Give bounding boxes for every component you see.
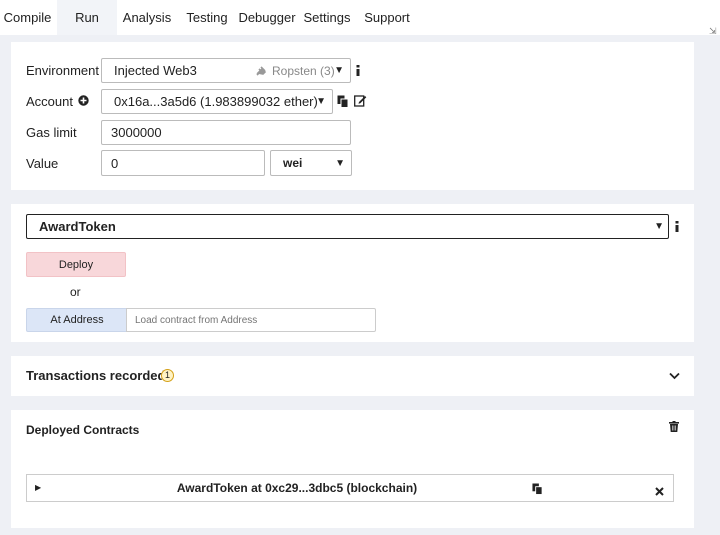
value-unit: wei [283, 156, 303, 170]
deployed-instance-row[interactable]: ▶ AwardToken at 0xc29...3dbc5 (blockchai… [26, 474, 674, 502]
add-account-icon[interactable] [78, 95, 89, 106]
tab-testing[interactable]: Testing [183, 0, 231, 35]
value-label: Value [26, 156, 59, 171]
deploy-button[interactable]: Deploy [26, 252, 126, 277]
at-address-button[interactable]: At Address [26, 308, 127, 332]
environment-value: Injected Web3 [114, 63, 197, 78]
value-unit-select[interactable]: wei ▼ [270, 150, 352, 176]
network-name: Ropsten (3) [272, 64, 335, 78]
plug-icon [254, 64, 268, 81]
or-label: or [70, 285, 81, 299]
chevron-down-icon: ▼ [654, 221, 664, 232]
environment-select[interactable]: Injected Web3 Ropsten (3) ▼ [101, 58, 351, 83]
transactions-count-badge: 1 [161, 369, 174, 382]
instance-name: AwardToken at 0xc29...3dbc5 (blockchain) [176, 481, 418, 495]
chevron-down-icon: ▼ [335, 158, 345, 169]
tab-analysis[interactable]: Analysis [119, 0, 175, 35]
chevron-down-icon[interactable] [667, 370, 681, 382]
transactions-label: Transactions recorded: [26, 368, 170, 383]
tab-support[interactable]: Support [362, 0, 412, 35]
gas-limit-input[interactable]: 3000000 [101, 120, 351, 145]
transactions-panel[interactable]: Transactions recorded: 1 [11, 356, 694, 396]
contract-select[interactable]: AwardToken ▼ [26, 214, 669, 239]
info-icon[interactable] [673, 220, 681, 232]
deployed-contracts-panel: Deployed Contracts ▶ AwardToken at 0xc29… [11, 410, 694, 528]
corner-resize-icon[interactable]: ⇲ [709, 27, 717, 36]
chevron-down-icon: ▼ [334, 65, 344, 76]
environment-label: Environment [26, 63, 99, 78]
tab-compile[interactable]: Compile [0, 0, 55, 35]
copy-address-icon[interactable] [532, 482, 543, 500]
value-input[interactable]: 0 [101, 150, 265, 176]
trash-icon[interactable] [668, 420, 679, 432]
gas-limit-label: Gas limit [26, 125, 77, 140]
edit-icon[interactable] [354, 94, 367, 107]
info-icon[interactable] [354, 64, 362, 76]
close-icon[interactable] [655, 483, 664, 501]
deployed-contracts-title: Deployed Contracts [26, 423, 140, 437]
tab-run[interactable]: Run [57, 0, 117, 35]
tab-bar: Compile Run Analysis Testing Debugger Se… [0, 0, 720, 36]
value-amount: 0 [111, 156, 119, 171]
contract-address-input[interactable] [126, 308, 376, 332]
account-select[interactable]: 0x16a...3a5d6 (1.983899032 ether) ▼ [101, 89, 333, 114]
contract-panel: AwardToken ▼ Deploy or At Address [11, 204, 694, 342]
copy-address-icon[interactable] [337, 94, 349, 108]
tab-settings[interactable]: Settings [302, 0, 352, 35]
gas-limit-value: 3000000 [111, 125, 162, 140]
run-settings-panel: Environment Injected Web3 Ropsten (3) ▼ … [11, 42, 694, 190]
chevron-down-icon: ▼ [316, 96, 326, 107]
contract-name: AwardToken [39, 219, 116, 234]
tab-debugger[interactable]: Debugger [238, 0, 296, 35]
account-value: 0x16a...3a5d6 (1.983899032 ether) [114, 94, 318, 109]
account-label: Account [26, 94, 73, 109]
